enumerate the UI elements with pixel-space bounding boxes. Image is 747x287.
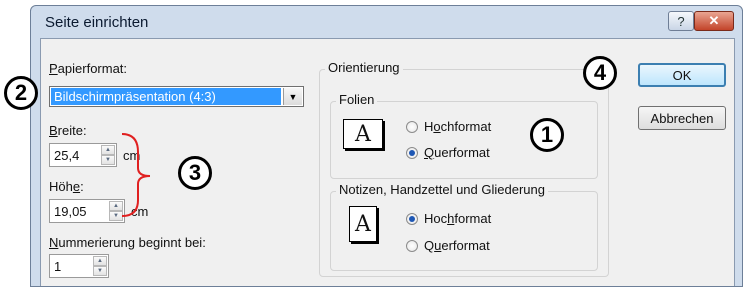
width-value[interactable]: 25,4: [54, 148, 79, 163]
slides-portrait-radio[interactable]: Hochformat: [406, 119, 491, 134]
slides-landscape-radio[interactable]: Querformat: [406, 145, 490, 160]
numbering-label: Nummerierung beginnt bei:: [49, 235, 206, 250]
callout-1: 1: [530, 118, 564, 152]
spin-down-icon[interactable]: ▼: [101, 155, 115, 165]
paper-format-label: Papierformat:: [49, 61, 128, 76]
spin-down-icon[interactable]: ▼: [93, 266, 107, 276]
spin-up-icon[interactable]: ▲: [101, 145, 115, 155]
help-button[interactable]: ?: [668, 11, 694, 31]
bracket-annotation: [121, 133, 151, 217]
ok-button[interactable]: OK: [638, 63, 726, 87]
notes-portrait-radio[interactable]: Hochformat: [406, 211, 491, 226]
dialog-title: Seite einrichten: [45, 14, 149, 31]
numbering-value[interactable]: 1: [54, 259, 61, 274]
slides-title: Folien: [336, 92, 378, 107]
height-label: Höhe:: [49, 179, 84, 194]
title-bar: Seite einrichten ? ✕: [31, 6, 742, 38]
notes-title: Notizen, Handzettel und Gliederung: [336, 182, 548, 197]
cancel-button[interactable]: Abbrechen: [638, 106, 726, 130]
height-spinner[interactable]: 19,05 ▲ ▼: [49, 199, 125, 223]
radio-selected-icon[interactable]: [406, 146, 418, 159]
width-spinner[interactable]: 25,4 ▲ ▼: [49, 143, 117, 167]
close-button[interactable]: ✕: [694, 11, 734, 31]
height-value[interactable]: 19,05: [54, 204, 87, 219]
orientation-title: Orientierung: [325, 60, 403, 75]
landscape-page-icon: A: [343, 119, 383, 149]
radio-icon[interactable]: [406, 120, 418, 133]
callout-4: 4: [583, 56, 617, 90]
width-label: Breite:: [49, 123, 87, 138]
numbering-spinner[interactable]: 1 ▲ ▼: [49, 254, 109, 278]
dropdown-arrow-icon[interactable]: ▼: [283, 88, 302, 105]
callout-3: 3: [178, 156, 212, 190]
radio-icon[interactable]: [406, 239, 418, 252]
callout-2: 2: [4, 76, 38, 110]
paper-format-select[interactable]: Bildschirmpräsentation (4:3) ▼: [49, 86, 304, 107]
paper-format-value: Bildschirmpräsentation (4:3): [51, 88, 281, 105]
spin-up-icon[interactable]: ▲: [93, 256, 107, 266]
notes-landscape-radio[interactable]: Querformat: [406, 238, 490, 253]
portrait-page-icon: A: [349, 206, 377, 242]
radio-selected-icon[interactable]: [406, 212, 418, 225]
